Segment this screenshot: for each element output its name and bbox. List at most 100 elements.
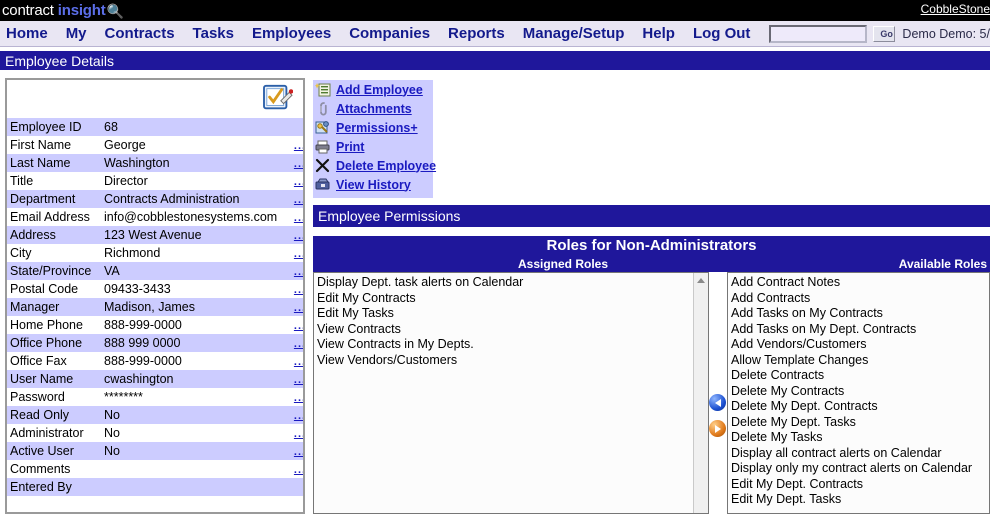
nav-item-log-out[interactable]: Log Out bbox=[693, 25, 750, 42]
employee-permissions-title: Employee Permissions bbox=[313, 205, 990, 228]
detail-field-value: No bbox=[101, 424, 279, 442]
available-role-option[interactable]: Display only my contract alerts on Calen… bbox=[731, 461, 989, 477]
table-row: Administrator No... bbox=[7, 424, 303, 442]
detail-edit-cell[interactable]: ... bbox=[279, 388, 303, 406]
assigned-role-option[interactable]: View Contracts in My Depts. bbox=[317, 337, 708, 353]
detail-edit-cell[interactable]: ... bbox=[279, 244, 303, 262]
assigned-role-option[interactable]: Display Dept. task alerts on Calendar bbox=[317, 275, 708, 291]
detail-edit-cell[interactable]: ... bbox=[279, 316, 303, 334]
detail-edit-link[interactable]: ... bbox=[294, 212, 303, 224]
detail-field-value bbox=[101, 460, 279, 478]
nav-item-tasks[interactable]: Tasks bbox=[193, 25, 234, 42]
nav-item-employees[interactable]: Employees bbox=[252, 25, 331, 42]
assigned-roles-label: Assigned Roles bbox=[517, 257, 609, 271]
assigned-role-option[interactable]: View Contracts bbox=[317, 322, 708, 338]
nav-item-contracts[interactable]: Contracts bbox=[105, 25, 175, 42]
table-row: Department Contracts Administration... bbox=[7, 190, 303, 208]
detail-edit-cell[interactable]: ... bbox=[279, 190, 303, 208]
arrow-right-circle-icon[interactable] bbox=[709, 420, 726, 437]
action-view-history[interactable]: View History bbox=[313, 175, 433, 194]
detail-edit-cell[interactable]: ... bbox=[279, 262, 303, 280]
cobblestone-corner-link[interactable]: CobbleStone bbox=[921, 2, 990, 16]
assigned-role-option[interactable]: View Vendors/Customers bbox=[317, 353, 708, 369]
detail-edit-link[interactable]: ... bbox=[294, 446, 303, 458]
available-role-option[interactable]: Delete My Dept. Contracts bbox=[731, 399, 989, 415]
detail-edit-cell bbox=[279, 118, 303, 136]
available-role-option[interactable]: Allow Template Changes bbox=[731, 353, 989, 369]
available-role-option[interactable]: Delete Contracts bbox=[731, 368, 989, 384]
available-role-option[interactable]: Delete My Contracts bbox=[731, 384, 989, 400]
edit-checkbox-icon[interactable] bbox=[263, 84, 293, 112]
action-print[interactable]: Print bbox=[313, 137, 433, 156]
detail-edit-link[interactable]: ... bbox=[294, 194, 303, 206]
detail-edit-link[interactable]: ... bbox=[294, 338, 303, 350]
available-roles-list[interactable]: Add Contract Notes Add Contracts Add Tasks… bbox=[727, 272, 990, 514]
available-role-option[interactable]: Add Contracts bbox=[731, 291, 989, 307]
detail-edit-link[interactable]: ... bbox=[294, 230, 303, 242]
detail-edit-link[interactable]: ... bbox=[294, 266, 303, 278]
detail-edit-link[interactable]: ... bbox=[294, 428, 303, 440]
available-role-option[interactable]: Display all contract alerts on Calendar bbox=[731, 446, 989, 462]
action-permissions[interactable]: Permissions+ bbox=[313, 118, 433, 137]
role-transfer-buttons bbox=[709, 394, 727, 446]
action-delete-employee[interactable]: Delete Employee bbox=[313, 156, 436, 175]
nav-item-manage-setup[interactable]: Manage/Setup bbox=[523, 25, 625, 42]
detail-edit-cell[interactable]: ... bbox=[279, 424, 303, 442]
nav-item-companies[interactable]: Companies bbox=[349, 25, 430, 42]
action-attachments[interactable]: Attachments bbox=[313, 99, 433, 118]
search-input[interactable] bbox=[769, 24, 868, 43]
nav-item-reports[interactable]: Reports bbox=[448, 25, 505, 42]
detail-edit-link[interactable]: ... bbox=[294, 410, 303, 422]
paperclip-icon bbox=[315, 101, 331, 116]
detail-edit-cell[interactable]: ... bbox=[279, 136, 303, 154]
detail-edit-cell[interactable]: ... bbox=[279, 280, 303, 298]
search-go-button[interactable]: Go bbox=[873, 25, 896, 42]
detail-edit-link[interactable]: ... bbox=[294, 356, 303, 368]
assigned-roles-options: Display Dept. task alerts on Calendar Edi… bbox=[314, 273, 708, 368]
detail-edit-link[interactable]: ... bbox=[294, 320, 303, 332]
nav-item-help[interactable]: Help bbox=[642, 25, 675, 42]
available-role-option[interactable]: Add Tasks on My Contracts bbox=[731, 306, 989, 322]
detail-edit-cell[interactable]: ... bbox=[279, 352, 303, 370]
nav-item-my[interactable]: My bbox=[66, 25, 87, 42]
detail-edit-link[interactable]: ... bbox=[294, 158, 303, 170]
detail-edit-link[interactable]: ... bbox=[294, 248, 303, 260]
detail-edit-cell[interactable]: ... bbox=[279, 298, 303, 316]
detail-edit-cell[interactable]: ... bbox=[279, 226, 303, 244]
table-row: Email Address info@cobblestonesystems.com… bbox=[7, 208, 303, 226]
available-role-option[interactable]: Add Vendors/Customers bbox=[731, 337, 989, 353]
detail-edit-cell[interactable]: ... bbox=[279, 406, 303, 424]
assigned-roles-scrollbar[interactable] bbox=[693, 273, 708, 513]
action-add-employee[interactable]: Add Employee bbox=[313, 80, 433, 99]
detail-edit-cell[interactable]: ... bbox=[279, 460, 303, 478]
detail-edit-link[interactable]: ... bbox=[294, 176, 303, 188]
detail-field-label: Address bbox=[7, 226, 101, 244]
detail-edit-link[interactable]: ... bbox=[294, 302, 303, 314]
detail-edit-link[interactable]: ... bbox=[294, 392, 303, 404]
assigned-roles-list[interactable]: Display Dept. task alerts on Calendar Edi… bbox=[313, 272, 709, 514]
detail-edit-link[interactable]: ... bbox=[294, 374, 303, 386]
detail-edit-link[interactable]: ... bbox=[294, 464, 303, 476]
detail-edit-cell[interactable]: ... bbox=[279, 154, 303, 172]
detail-edit-cell[interactable]: ... bbox=[279, 442, 303, 460]
scroll-up-icon[interactable] bbox=[694, 273, 708, 287]
available-role-option[interactable]: Delete My Tasks bbox=[731, 430, 989, 446]
detail-edit-cell[interactable]: ... bbox=[279, 370, 303, 388]
detail-edit-link[interactable]: ... bbox=[294, 284, 303, 296]
table-row: Postal Code 09433-3433... bbox=[7, 280, 303, 298]
available-role-option[interactable]: Delete My Dept. Tasks bbox=[731, 415, 989, 431]
available-role-option[interactable]: Add Tasks on My Dept. Contracts bbox=[731, 322, 989, 338]
assigned-role-option[interactable]: Edit My Tasks bbox=[317, 306, 708, 322]
nav-item-home[interactable]: Home bbox=[6, 25, 48, 42]
detail-edit-cell[interactable]: ... bbox=[279, 172, 303, 190]
detail-field-value: No bbox=[101, 406, 279, 424]
detail-edit-cell[interactable]: ... bbox=[279, 208, 303, 226]
available-role-option[interactable]: Add Contract Notes bbox=[731, 275, 989, 291]
detail-edit-cell[interactable]: ... bbox=[279, 334, 303, 352]
detail-edit-link[interactable]: ... bbox=[294, 140, 303, 152]
available-role-option[interactable]: Edit My Dept. Contracts bbox=[731, 477, 989, 493]
available-role-option[interactable]: Edit My Dept. Tasks bbox=[731, 492, 989, 508]
arrow-left-circle-icon[interactable] bbox=[709, 394, 726, 411]
detail-field-label: Manager bbox=[7, 298, 101, 316]
assigned-role-option[interactable]: Edit My Contracts bbox=[317, 291, 708, 307]
